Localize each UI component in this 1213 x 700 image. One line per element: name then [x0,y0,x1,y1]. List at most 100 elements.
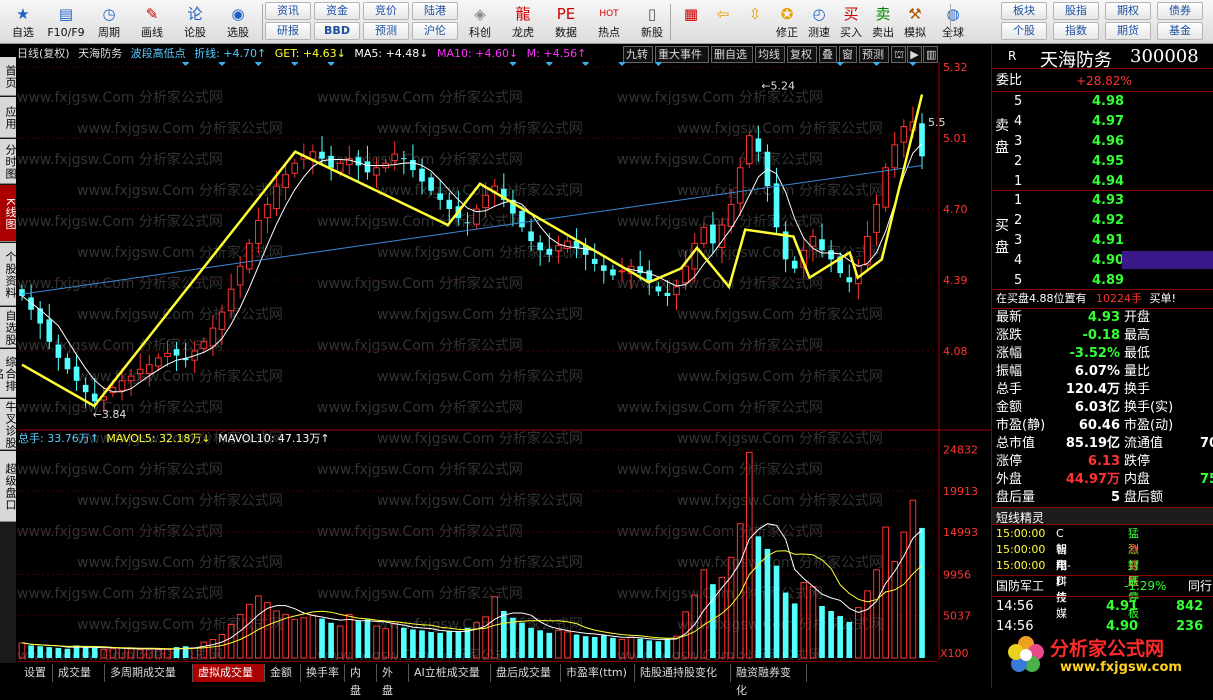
candle-body-down [791,260,798,269]
bottom-tab-2[interactable]: 多周期成交量 [105,664,193,682]
bottom-tab-4[interactable]: 金额 [265,664,301,682]
toolbar-small-button[interactable]: 竞价 [363,2,409,20]
arrow-left-icon[interactable]: ▶ [907,46,922,63]
bottom-tab-9[interactable]: 盘后成交量 [491,664,561,682]
period-label[interactable]: 日线(复权) [17,47,70,60]
toolbar-pencil-button[interactable]: ✎ 画线 [131,2,173,42]
buy-side-label: 买盘 [995,218,1009,256]
toolbar-select-stock-button[interactable]: ◉ 选股 [217,2,259,42]
candle-body-down [755,138,762,152]
toolbar-pe-button[interactable]: PE 数据 [546,2,586,42]
toolbar-discuss-button[interactable]: 论论股 [174,2,216,42]
toolbar-market-button[interactable]: 指数 [1053,22,1099,40]
short-line-item[interactable]: 15:00:00 电广传媒 封跌停板 [996,558,1139,620]
left-tab-8[interactable]: 超级盘口 [0,451,17,522]
bottom-tab-3[interactable]: 虚拟成交量 [193,664,265,682]
toolbar-market-button[interactable]: 期货 [1105,22,1151,40]
toolbar-speed-button[interactable]: ◴ 测速 [804,2,834,42]
toolbar-star-button[interactable]: ★ 自选 [2,2,44,42]
toolbar-small-button[interactable]: 资金 [314,2,360,20]
chart-button-2[interactable]: 删自选 [711,46,753,63]
toolbar-globe-button[interactable]: ◍ 全球 [938,2,968,42]
volume-bar-down [573,634,580,658]
bottom-tab-10[interactable]: 市盈率(ttm) [561,664,635,682]
toolbar-f10-button[interactable]: ▤ F10/F9 [45,2,87,42]
watermark-text: www.fxjgsw.Com 分析家公式网 [377,616,583,633]
toolbar-label: 科创 [469,26,491,39]
toolbar-dragon-button[interactable]: 龍龙虎 [503,2,543,42]
watermark-text: www.fxjgsw.Com 分析家公式网 [377,306,583,323]
toolbar-grid-button[interactable]: ▦ [676,2,706,42]
toolbar-label: 热点 [598,26,620,39]
sector-row[interactable]: 国防军工 -1.29% 同行 [996,577,1213,595]
left-tab-5[interactable]: 自选股 [0,307,17,348]
toolbar-market-button[interactable]: 板块 [1001,2,1047,20]
short-line-item[interactable]: 15:00:00 C智翔-U 猛烈打压 [996,526,1139,588]
kline-chart[interactable]: www.fxjgsw.Com 分析家公式网 www.fxjgsw.Com 分析家公… [17,62,991,660]
toolbar-market-button[interactable]: 基金 [1157,22,1203,40]
left-tab-4[interactable]: 个股资料 [0,243,17,306]
left-tab-3[interactable]: K线图 [0,185,17,242]
bottom-tab-11[interactable]: 陆股通持股变化 [635,664,731,682]
toolbar-buy-button[interactable]: 买买入 [836,2,866,42]
bottom-tab-0[interactable]: 设置 [19,664,53,682]
bottom-tab-8[interactable]: AI立桩成交量 [409,664,491,682]
chart-button-4[interactable]: 复权 [787,46,817,63]
toolbar-small-button[interactable]: 资讯 [265,2,311,20]
candle-body-down [37,308,43,324]
bottom-tab-6[interactable]: 内盘 [345,664,377,697]
toolbar-back-arrow-button[interactable]: ⇦ [708,2,738,42]
volume-bar-down [837,616,843,658]
toolbar-small-button[interactable]: BBD [314,22,360,40]
watermark-text: www.fxjgsw.Com 分析家公式网 [677,430,883,447]
watermark-text: www.fxjgsw.Com 分析家公式网 [377,492,583,509]
bottom-tab-12[interactable]: 融资融券变化 [731,664,807,697]
toolbar-clock-button[interactable]: ◷ 周期 [88,2,130,42]
chart-button-7[interactable]: 预测 [859,46,889,63]
volume-bar-down [501,611,507,658]
signal-diamond [909,62,917,67]
toolbar-sell-button[interactable]: 卖卖出 [868,2,898,42]
candle-body-down [773,183,780,228]
volume-bar-up [873,569,880,659]
toolbar-new-stock-button[interactable]: ▯ 新股 [632,2,672,42]
left-tab-2[interactable]: 分时图 [0,139,17,184]
toolbar-market-button[interactable]: 股指 [1053,2,1099,20]
indicator-name[interactable]: 波段高低点 [131,47,186,60]
candle-body-down [610,269,616,276]
toolbar-market-button[interactable]: 期权 [1105,2,1151,20]
volume-axis-label: 14993 [943,526,978,539]
left-tab-1[interactable]: 应用 [0,97,17,138]
bottom-tab-1[interactable]: 成交量 [53,664,105,682]
chart-button-6[interactable]: 窗 [839,46,857,63]
toolbar-small-button[interactable]: 沪伦 [412,22,458,40]
toolbar-market-button[interactable]: 债券 [1157,2,1203,20]
chart-button-1[interactable]: 重大事件 [655,46,709,63]
bottom-tab-7[interactable]: 外盘 [377,664,409,697]
toolbar-fix-button[interactable]: ✪ 修正 [772,2,802,42]
left-tab-7[interactable]: 牛叉诊股 [0,399,17,450]
toolbar-hammer-button[interactable]: ⚒ 模拟 [900,2,930,42]
toolbar-sci-button[interactable]: ◈ 科创 [460,2,500,42]
left-tab-0[interactable]: 首页 [0,57,17,96]
short-line-item[interactable]: 15:00:00 朝阳科技 急速拉升 [996,542,1139,604]
chart-button-0[interactable]: 九转 [623,46,653,63]
toolbar-small-button[interactable]: 研报 [265,22,311,40]
signal-diamond [327,62,335,67]
candle-body-up [127,375,135,382]
bottom-tab-5[interactable]: 换手率 [301,664,345,682]
toolbar-hot-button[interactable]: HOT 热点 [589,2,629,42]
left-tab-6[interactable]: 综合排名 [0,349,17,398]
chart-button-3[interactable]: 均线 [755,46,785,63]
toolbar-up-down-button[interactable]: ⇳ [740,2,770,42]
chart-button-5[interactable]: 叠 [819,46,837,63]
toolbar-label: 自选 [12,26,34,39]
menu-icon[interactable]: ▥ [923,46,938,63]
signal-diamond [836,62,844,67]
toolbar-market-button[interactable]: 个股 [1001,22,1047,40]
candle-body-up [245,242,253,270]
lock-icon[interactable]: ⛫ [891,46,906,63]
toolbar-small-button[interactable]: 陆港 [412,2,458,20]
toolbar-small-button[interactable]: 预测 [363,22,409,40]
r-tag: R [1008,49,1017,63]
